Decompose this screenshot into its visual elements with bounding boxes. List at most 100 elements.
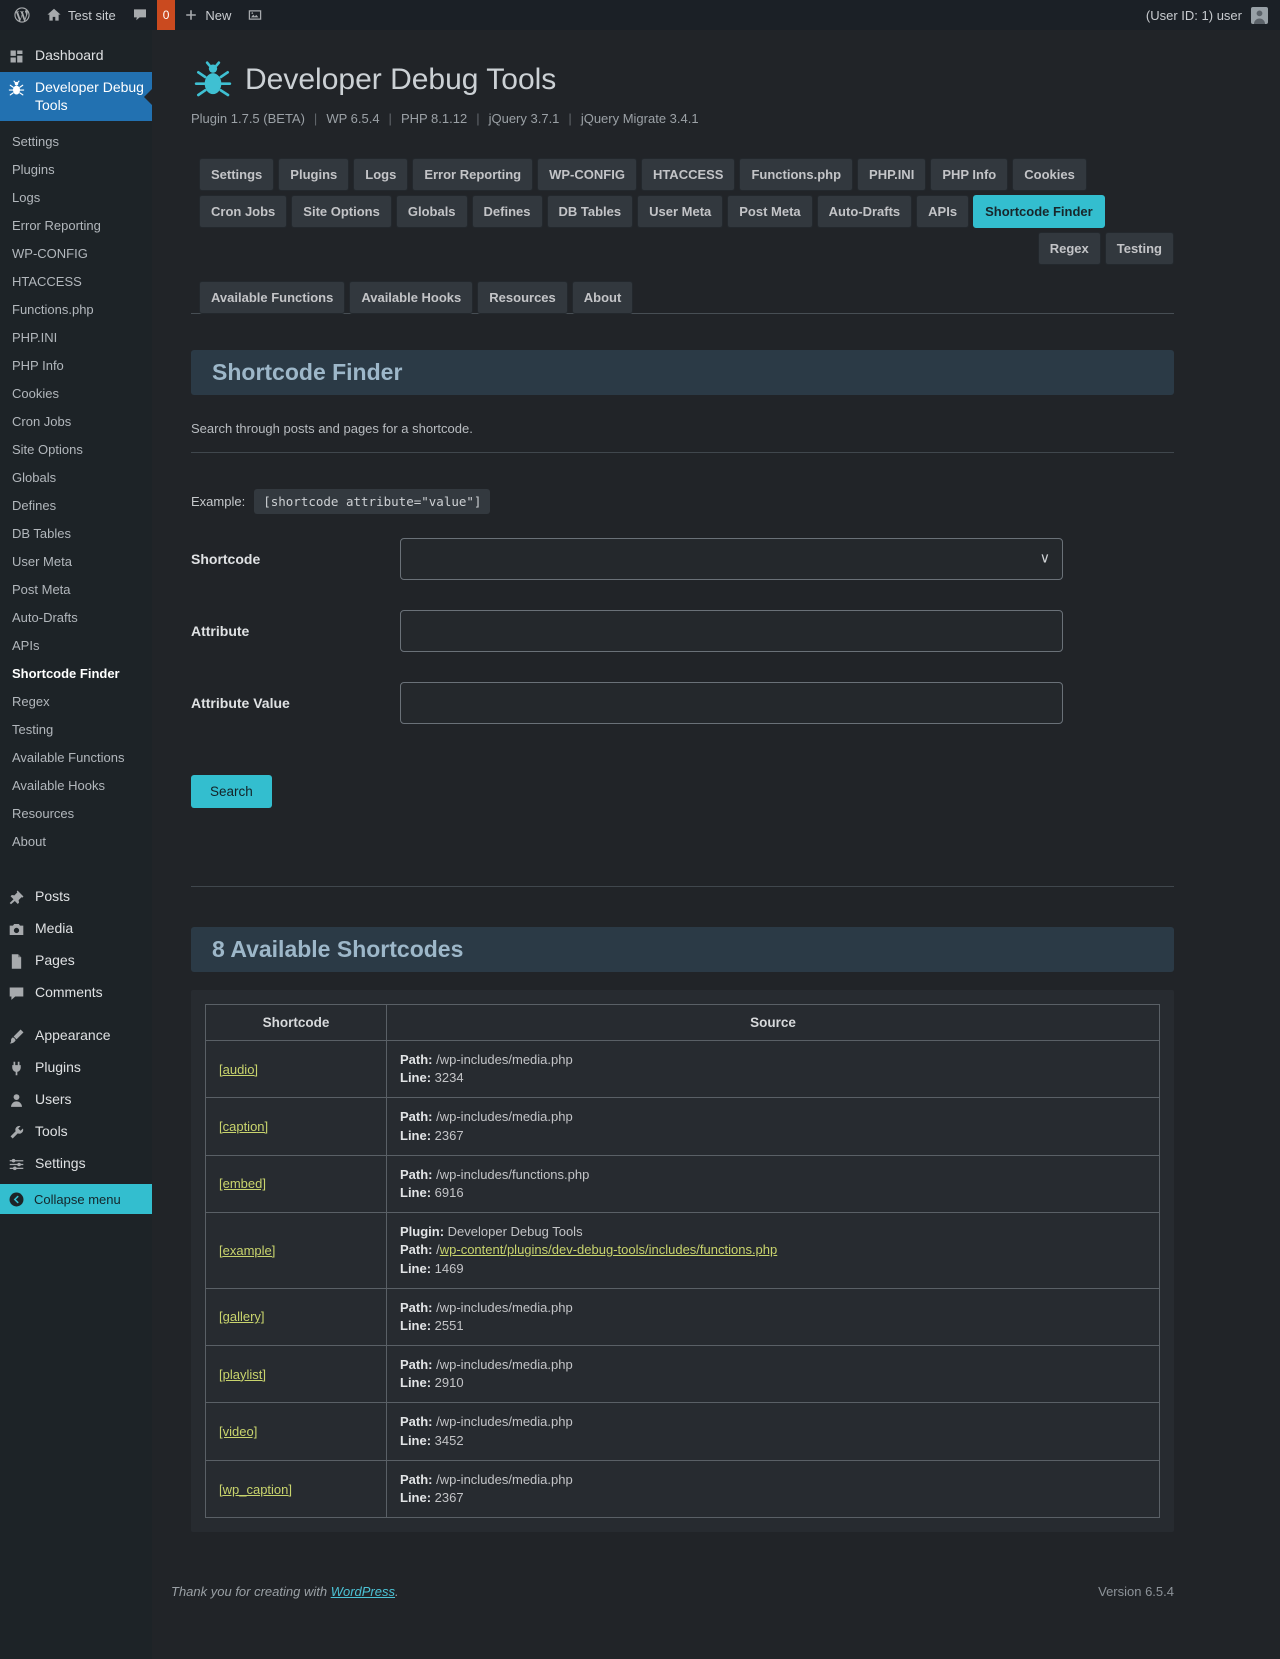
attribute-value-input[interactable] (400, 682, 1063, 724)
sidebar-item-developer-debug-tools[interactable]: Developer Debug Tools (0, 72, 152, 121)
source-path-link[interactable]: wp-content/plugins/dev-debug-tools/inclu… (440, 1242, 778, 1257)
sidebar-subitem-defines[interactable]: Defines (0, 491, 152, 519)
shortcode-link[interactable]: [gallery] (219, 1309, 265, 1324)
sidebar-subitem-php-info[interactable]: PHP Info (0, 351, 152, 379)
sidebar-subitem-globals[interactable]: Globals (0, 463, 152, 491)
tab-functions-php[interactable]: Functions.php (739, 158, 853, 191)
sidebar-subitem-apis[interactable]: APIs (0, 631, 152, 659)
shortcode-link[interactable]: [playlist] (219, 1367, 266, 1382)
admin-bar: Test site 0 New (User ID: 1) user (0, 0, 1280, 30)
sidebar-subitem-cron-jobs[interactable]: Cron Jobs (0, 407, 152, 435)
subtab-resources[interactable]: Resources (477, 281, 567, 314)
avatar[interactable] (1251, 7, 1268, 24)
shortcode-select[interactable] (400, 538, 1063, 580)
shortcode-link[interactable]: [audio] (219, 1062, 258, 1077)
shortcode-cell: [example] (206, 1213, 387, 1289)
tab-defines[interactable]: Defines (472, 195, 543, 228)
tab-apis[interactable]: APIs (916, 195, 969, 228)
sidebar-item-plugins[interactable]: Plugins (0, 1052, 152, 1084)
sidebar-item-label: Settings (35, 1155, 86, 1173)
tab-cookies[interactable]: Cookies (1012, 158, 1087, 191)
subtab-about[interactable]: About (572, 281, 634, 314)
tab-plugins[interactable]: Plugins (278, 158, 349, 191)
shortcode-link[interactable]: [embed] (219, 1176, 266, 1191)
search-button[interactable]: Search (191, 775, 272, 808)
tab-htaccess[interactable]: HTACCESS (641, 158, 736, 191)
shortcode-link[interactable]: [example] (219, 1243, 275, 1258)
tab-db-tables[interactable]: DB Tables (547, 195, 634, 228)
sidebar-item-appearance[interactable]: Appearance (0, 1020, 152, 1052)
tab-shortcode-finder[interactable]: Shortcode Finder (973, 195, 1105, 228)
tab-auto-drafts[interactable]: Auto-Drafts (817, 195, 913, 228)
sidebar-subitem-logs[interactable]: Logs (0, 183, 152, 211)
sidebar-subitem-regex[interactable]: Regex (0, 687, 152, 715)
site-name-link[interactable]: Test site (38, 0, 124, 30)
sidebar-item-settings[interactable]: Settings (0, 1148, 152, 1180)
sidebar-subitem-php-ini[interactable]: PHP.INI (0, 323, 152, 351)
wp-logo-button[interactable] (6, 0, 38, 30)
sidebar-subitem-resources[interactable]: Resources (0, 799, 152, 827)
plugin-meta: Plugin 1.7.5 (BETA)|WP 6.5.4|PHP 8.1.12|… (191, 111, 1174, 126)
collapse-menu-button[interactable]: Collapse menu (0, 1184, 152, 1214)
sidebar-subitem-cookies[interactable]: Cookies (0, 379, 152, 407)
source-cell: Path: /wp-includes/media.phpLine: 3452 (387, 1403, 1160, 1460)
shortcode-link[interactable]: [wp_caption] (219, 1482, 292, 1497)
sidebar-item-media[interactable]: Media (0, 913, 152, 945)
tab-post-meta[interactable]: Post Meta (727, 195, 812, 228)
tab-logs[interactable]: Logs (353, 158, 408, 191)
source-cell: Path: /wp-includes/media.phpLine: 2551 (387, 1288, 1160, 1345)
form-row-shortcode: Shortcode ∨ (191, 538, 1174, 580)
sidebar-subitem-post-meta[interactable]: Post Meta (0, 575, 152, 603)
sidebar-subitem-auto-drafts[interactable]: Auto-Drafts (0, 603, 152, 631)
source-line: Line: 3234 (400, 1069, 1146, 1087)
sidebar-subitem-functions-php[interactable]: Functions.php (0, 295, 152, 323)
sidebar-item-users[interactable]: Users (0, 1084, 152, 1116)
screenshot-bar-button[interactable] (239, 0, 271, 30)
source-cell: Path: /wp-includes/media.phpLine: 2910 (387, 1346, 1160, 1403)
sidebar-subitem-htaccess[interactable]: HTACCESS (0, 267, 152, 295)
sidebar-subitem-db-tables[interactable]: DB Tables (0, 519, 152, 547)
sidebar-subitem-available-functions[interactable]: Available Functions (0, 743, 152, 771)
tab-site-options[interactable]: Site Options (291, 195, 392, 228)
sidebar-subitem-plugins[interactable]: Plugins (0, 155, 152, 183)
sidebar-subitem-error-reporting[interactable]: Error Reporting (0, 211, 152, 239)
sidebar-subitem-testing[interactable]: Testing (0, 715, 152, 743)
tab-cron-jobs[interactable]: Cron Jobs (199, 195, 287, 228)
sidebar-item-posts[interactable]: Posts (0, 881, 152, 913)
source-line: Path: /wp-includes/media.php (400, 1471, 1146, 1489)
wordpress-link[interactable]: WordPress (331, 1584, 395, 1599)
tab-regex[interactable]: Regex (1038, 232, 1101, 265)
tab-php-ini[interactable]: PHP.INI (857, 158, 926, 191)
sidebar-subitem-shortcode-finder[interactable]: Shortcode Finder (0, 659, 152, 687)
tab-settings[interactable]: Settings (199, 158, 274, 191)
sidebar-item-tools[interactable]: Tools (0, 1116, 152, 1148)
sidebar-subitem-user-meta[interactable]: User Meta (0, 547, 152, 575)
image-icon (247, 7, 263, 23)
source-line: Path: /wp-includes/media.php (400, 1051, 1146, 1069)
tab-user-meta[interactable]: User Meta (637, 195, 723, 228)
sidebar-item-dashboard[interactable]: Dashboard (0, 40, 152, 72)
sidebar-subitem-site-options[interactable]: Site Options (0, 435, 152, 463)
source-line: Line: 2910 (400, 1374, 1146, 1392)
sidebar-item-comments[interactable]: Comments (0, 977, 152, 1009)
attribute-input[interactable] (400, 610, 1063, 652)
sidebar-item-pages[interactable]: Pages (0, 945, 152, 977)
sidebar-subitem-about[interactable]: About (0, 827, 152, 855)
shortcode-link[interactable]: [video] (219, 1424, 257, 1439)
new-content-button[interactable]: New (175, 0, 239, 30)
sidebar-subitem-wp-config[interactable]: WP-CONFIG (0, 239, 152, 267)
tab-wp-config[interactable]: WP-CONFIG (537, 158, 637, 191)
sidebar-subitem-settings[interactable]: Settings (0, 127, 152, 155)
table-row: [example]Plugin: Developer Debug ToolsPa… (206, 1213, 1160, 1289)
tab-globals[interactable]: Globals (396, 195, 468, 228)
comments-bar-link[interactable]: 0 (124, 0, 176, 30)
example-label: Example: (191, 494, 245, 509)
sidebar-subitem-available-hooks[interactable]: Available Hooks (0, 771, 152, 799)
shortcode-link[interactable]: [caption] (219, 1119, 268, 1134)
tab-testing[interactable]: Testing (1105, 232, 1174, 265)
subtab-available-hooks[interactable]: Available Hooks (349, 281, 473, 314)
tab-php-info[interactable]: PHP Info (930, 158, 1008, 191)
subtab-available-functions[interactable]: Available Functions (199, 281, 345, 314)
source-line: Path: /wp-includes/media.php (400, 1356, 1146, 1374)
tab-error-reporting[interactable]: Error Reporting (412, 158, 533, 191)
